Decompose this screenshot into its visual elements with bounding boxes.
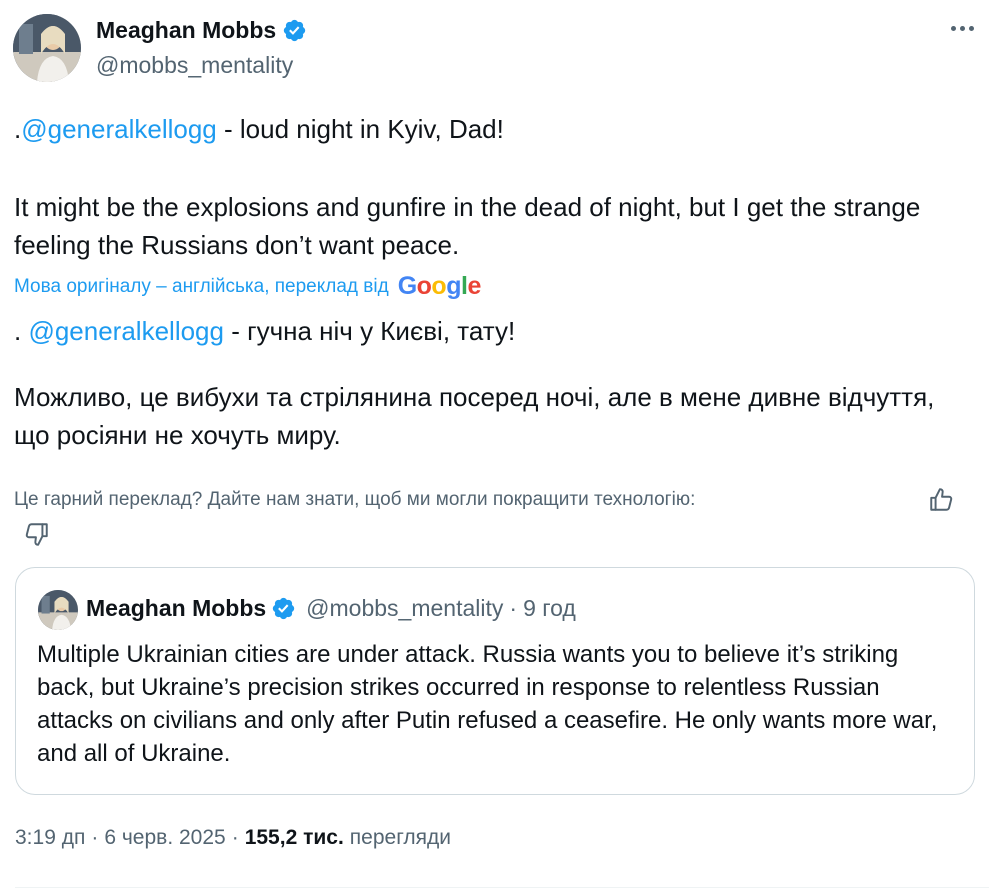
quoted-header: Meaghan Mobbs @mobbs_mentality · 9 год <box>86 595 576 622</box>
verified-badge-icon <box>272 597 295 620</box>
tweet-date[interactable]: 6 черв. 2025 <box>104 826 225 850</box>
translation-notice-text: Мова оригіналу – англійська, переклад ві… <box>14 275 389 297</box>
thumbs-up-icon[interactable] <box>928 487 954 513</box>
author-display-name[interactable]: Meaghan Mobbs <box>96 17 276 44</box>
views-count: 155,2 тис. <box>244 826 344 849</box>
translated-mention-link[interactable]: @generalkellogg <box>28 316 224 346</box>
translated-line1-rest: - гучна ніч у Києві, тату! <box>223 316 516 346</box>
quoted-separator: · <box>509 595 518 621</box>
translation-notice[interactable]: Мова оригіналу – англійська, переклад ві… <box>14 272 481 301</box>
translated-prefix: . <box>14 316 29 346</box>
verified-badge-icon <box>283 19 306 42</box>
author-name-row[interactable]: Meaghan Mobbs <box>96 17 307 44</box>
quoted-timestamp[interactable]: 9 год <box>523 595 576 622</box>
quoted-tweet[interactable]: Meaghan Mobbs @mobbs_mentality · 9 год M… <box>15 567 975 795</box>
quoted-handle: @mobbs_mentality <box>306 595 504 621</box>
tweet-time[interactable]: 3:19 дп <box>15 826 85 850</box>
more-dot <box>969 26 974 31</box>
more-dot <box>951 26 956 31</box>
quoted-avatar[interactable] <box>38 590 78 630</box>
views-label: перегляди <box>349 826 452 849</box>
tweet-text-line2: It might be the explosions and gunfire i… <box>14 192 921 260</box>
tweet-text-line1: .@generalkellogg - loud night in Kyiv, D… <box>14 110 974 148</box>
author-avatar[interactable] <box>13 14 81 82</box>
author-handle[interactable]: @mobbs_mentality <box>96 52 293 79</box>
tweet-meta: 3:19 дп · 6 черв. 2025 · 155,2 тис. пере… <box>15 826 451 850</box>
translated-text-line2: Можливо, це вибухи та стрілянина посеред… <box>14 382 935 450</box>
quoted-text: Multiple Ukrainian cities are under atta… <box>37 641 938 767</box>
quoted-display-name: Meaghan Mobbs <box>86 595 267 621</box>
meta-separator: · <box>91 826 99 849</box>
more-dot <box>960 26 965 31</box>
mention-link[interactable]: @generalkellogg <box>21 114 217 144</box>
thumbs-down-icon[interactable] <box>24 521 50 547</box>
translation-feedback-prompt: Це гарний переклад? Дайте нам знати, щоб… <box>14 489 696 510</box>
google-logo: Google <box>397 272 482 300</box>
divider <box>15 887 989 888</box>
tweet-line1-rest: - loud night in Kyiv, Dad! <box>216 114 504 144</box>
meta-separator: · <box>231 826 239 849</box>
more-options-icon[interactable] <box>951 26 974 31</box>
translated-text-line1: . @generalkellogg - гучна ніч у Києві, т… <box>14 312 974 350</box>
